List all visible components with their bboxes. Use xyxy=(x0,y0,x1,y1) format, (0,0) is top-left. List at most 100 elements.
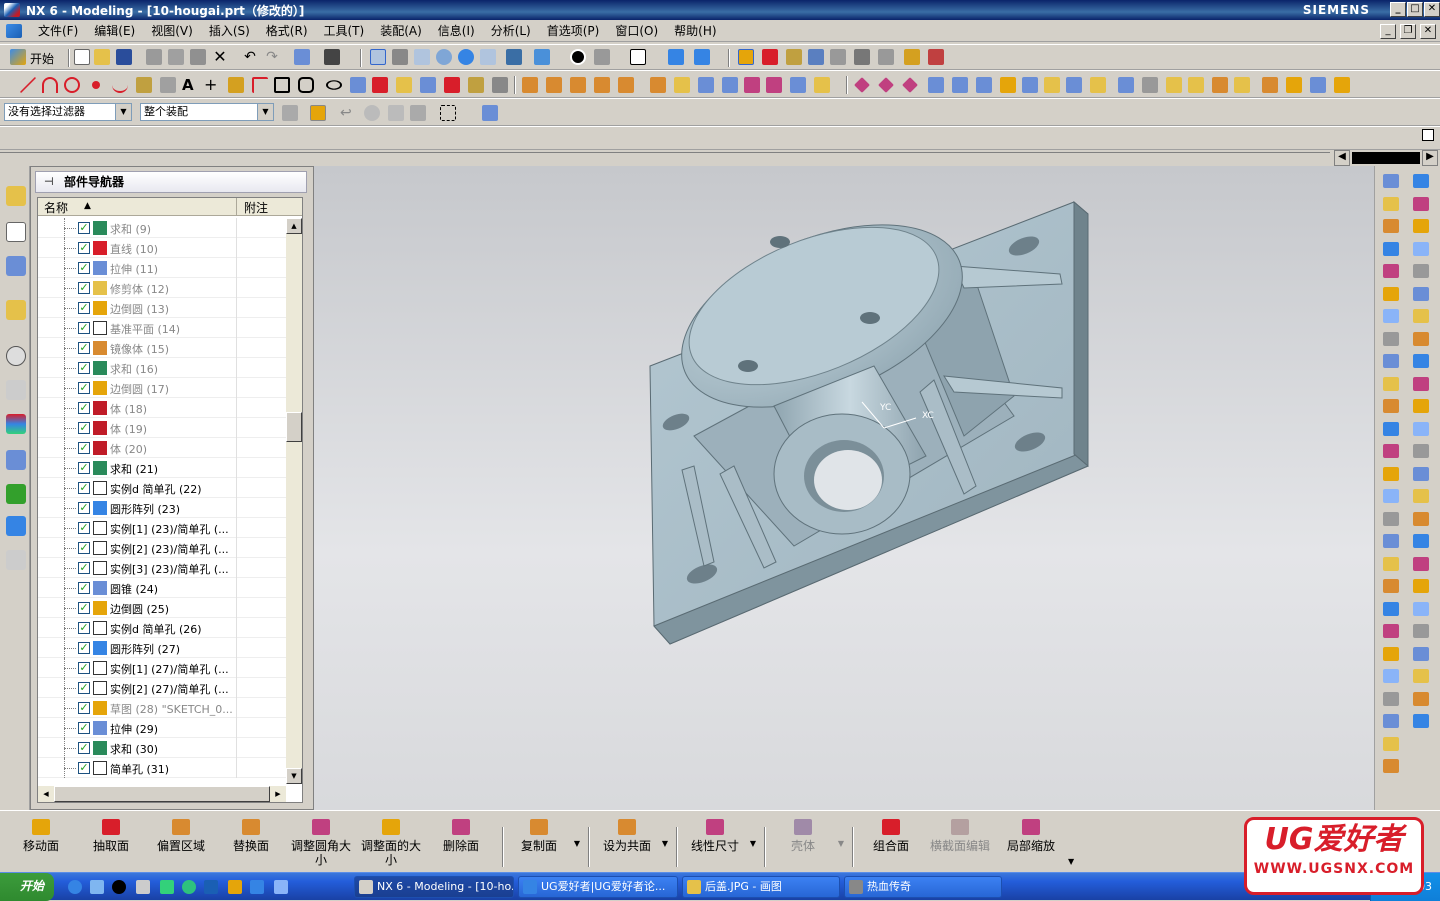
start-button[interactable]: 开始 xyxy=(0,873,54,901)
paste-icon[interactable] xyxy=(190,49,206,65)
smooth-curve-icon[interactable] xyxy=(618,77,634,93)
task-nx[interactable]: NX 6 - Modeling - [10-ho... xyxy=(354,876,514,898)
body-icon[interactable] xyxy=(1383,309,1399,323)
split-body-icon[interactable] xyxy=(1118,77,1134,93)
palette-icon[interactable] xyxy=(6,414,26,434)
menu-analysis[interactable]: 分析(L) xyxy=(483,22,539,39)
visibility-checkbox[interactable]: ✓ xyxy=(78,402,90,414)
feature-group-icon[interactable] xyxy=(364,105,380,121)
chevron-down-icon[interactable]: ▼ xyxy=(257,104,273,120)
chevron-down-icon[interactable]: ▼ xyxy=(115,104,131,120)
word-icon[interactable] xyxy=(204,880,218,894)
reorder-icon[interactable] xyxy=(1286,77,1302,93)
tree-row[interactable]: ✓ 拉伸 (29) xyxy=(38,718,286,738)
chamfer-curve-icon[interactable] xyxy=(160,77,176,93)
resize-face-button[interactable]: 调整面的大小 xyxy=(356,817,426,867)
tool-icon[interactable] xyxy=(1383,511,1399,526)
visibility-checkbox[interactable]: ✓ xyxy=(78,642,90,654)
line-icon[interactable] xyxy=(20,77,36,93)
feature-icon[interactable] xyxy=(1413,669,1429,683)
perspective-icon[interactable] xyxy=(506,49,522,65)
tree-row[interactable]: ✓ 实例d 简单孔 (26) xyxy=(38,618,286,638)
trim-curve-icon[interactable] xyxy=(522,77,538,93)
visibility-checkbox[interactable]: ✓ xyxy=(78,382,90,394)
binoculars-icon[interactable] xyxy=(324,49,340,65)
tree-vertical-scrollbar[interactable]: ▲ ▼ xyxy=(286,218,302,784)
tree-row[interactable]: ✓ 镜像体 (15) xyxy=(38,338,286,358)
task-paint[interactable]: 后盖.JPG - 画图 xyxy=(682,876,840,898)
join-curve-icon[interactable] xyxy=(650,77,666,93)
linear-dimension-button[interactable]: 线性尺寸 ▼ xyxy=(680,817,756,867)
graphics-window[interactable]: YC XC xyxy=(314,166,1374,810)
surface-icon[interactable] xyxy=(1413,511,1429,526)
body-icon[interactable] xyxy=(1413,241,1429,256)
column-divider[interactable] xyxy=(236,198,237,216)
sketch-icon[interactable] xyxy=(762,49,778,65)
intersect-icon[interactable] xyxy=(902,77,918,93)
sheet-icon[interactable] xyxy=(1383,646,1399,661)
doc-restore-button[interactable]: ❐ xyxy=(1400,24,1416,39)
visibility-checkbox[interactable]: ✓ xyxy=(78,762,90,774)
shape-icon[interactable] xyxy=(1413,286,1429,301)
intersect-curve-icon[interactable] xyxy=(420,77,436,93)
zoom-window-icon[interactable] xyxy=(392,49,408,65)
body-icon[interactable] xyxy=(1413,601,1429,616)
tree-row[interactable]: ✓ 草图 (28) "SKETCH_0... xyxy=(38,698,286,718)
task-game[interactable]: 热血传奇 xyxy=(844,876,1002,898)
visibility-checkbox[interactable]: ✓ xyxy=(78,262,90,274)
scope-filter-select[interactable]: 整个装配 ▼ xyxy=(140,103,274,121)
visibility-checkbox[interactable]: ✓ xyxy=(78,442,90,454)
tree-row[interactable]: ✓ 简单孔 (31) xyxy=(38,758,286,778)
view-icon[interactable] xyxy=(1383,601,1399,616)
face-blend-icon[interactable] xyxy=(928,77,944,93)
visibility-checkbox[interactable]: ✓ xyxy=(78,322,90,334)
assembly-navigator-icon[interactable] xyxy=(6,186,26,206)
new-file-icon[interactable] xyxy=(74,49,90,65)
system-materials-icon[interactable] xyxy=(6,380,26,400)
cross-point-icon[interactable]: + xyxy=(204,77,220,93)
surface-icon[interactable] xyxy=(1413,331,1429,346)
menu-edit[interactable]: 编辑(E) xyxy=(86,22,143,39)
snap-point-icon[interactable] xyxy=(738,49,754,65)
shaded-face-icon[interactable] xyxy=(594,49,610,65)
snap-toggle-icon[interactable] xyxy=(310,105,326,121)
menu-window[interactable]: 窗口(O) xyxy=(607,22,666,39)
blend-icon[interactable] xyxy=(1413,376,1429,391)
sweep-icon[interactable] xyxy=(722,77,738,93)
rectangle-icon[interactable] xyxy=(274,77,290,93)
tree-row[interactable]: ✓ 拉伸 (11) xyxy=(38,258,286,278)
blend-icon[interactable] xyxy=(1413,196,1429,211)
surface-icon[interactable] xyxy=(1413,691,1429,706)
ruler-icon[interactable] xyxy=(904,49,920,65)
tree-row[interactable]: ✓ 圆锥 (24) xyxy=(38,578,286,598)
feature-icon[interactable] xyxy=(1383,376,1399,391)
blend-icon[interactable] xyxy=(1383,624,1399,638)
type-filter-select[interactable]: 没有选择过滤器 ▼ xyxy=(4,103,132,121)
project-curve-icon[interactable] xyxy=(396,77,412,93)
pocket-icon[interactable] xyxy=(790,77,806,93)
back-icon[interactable]: ↩ xyxy=(340,105,356,121)
thicken-icon[interactable] xyxy=(1142,77,1158,93)
minimize-button[interactable]: _ xyxy=(1390,2,1406,17)
visibility-checkbox[interactable]: ✓ xyxy=(78,742,90,754)
visibility-checkbox[interactable]: ✓ xyxy=(78,542,90,554)
visibility-checkbox[interactable]: ✓ xyxy=(78,582,90,594)
wrap-icon[interactable] xyxy=(1188,77,1204,93)
scroll-right-button[interactable]: ▶ xyxy=(270,786,286,802)
tree-row[interactable]: ✓ 求和 (30) xyxy=(38,738,286,758)
sheet-icon[interactable] xyxy=(1413,219,1429,233)
feature-icon[interactable] xyxy=(1383,196,1399,211)
tree-horizontal-scrollbar[interactable]: ◀ ▶ xyxy=(38,786,286,802)
select-icon[interactable] xyxy=(830,49,846,65)
sheet-icon[interactable] xyxy=(1413,399,1429,413)
tree-row[interactable]: ✓ 基准平面 (14) xyxy=(38,318,286,338)
edit-feature-icon[interactable] xyxy=(1234,77,1250,93)
shape-icon[interactable] xyxy=(1413,646,1429,661)
view-icon[interactable] xyxy=(1413,174,1429,188)
scroll-right-button[interactable]: ▶ xyxy=(1422,150,1438,166)
tree-row[interactable]: ✓ 实例[1] (23)/简单孔 (... xyxy=(38,518,286,538)
visibility-checkbox[interactable]: ✓ xyxy=(78,662,90,674)
extract-curve-icon[interactable] xyxy=(468,77,484,93)
tree-row[interactable]: ✓ 修剪体 (12) xyxy=(38,278,286,298)
start-menu-button[interactable]: 开始 xyxy=(30,50,54,67)
